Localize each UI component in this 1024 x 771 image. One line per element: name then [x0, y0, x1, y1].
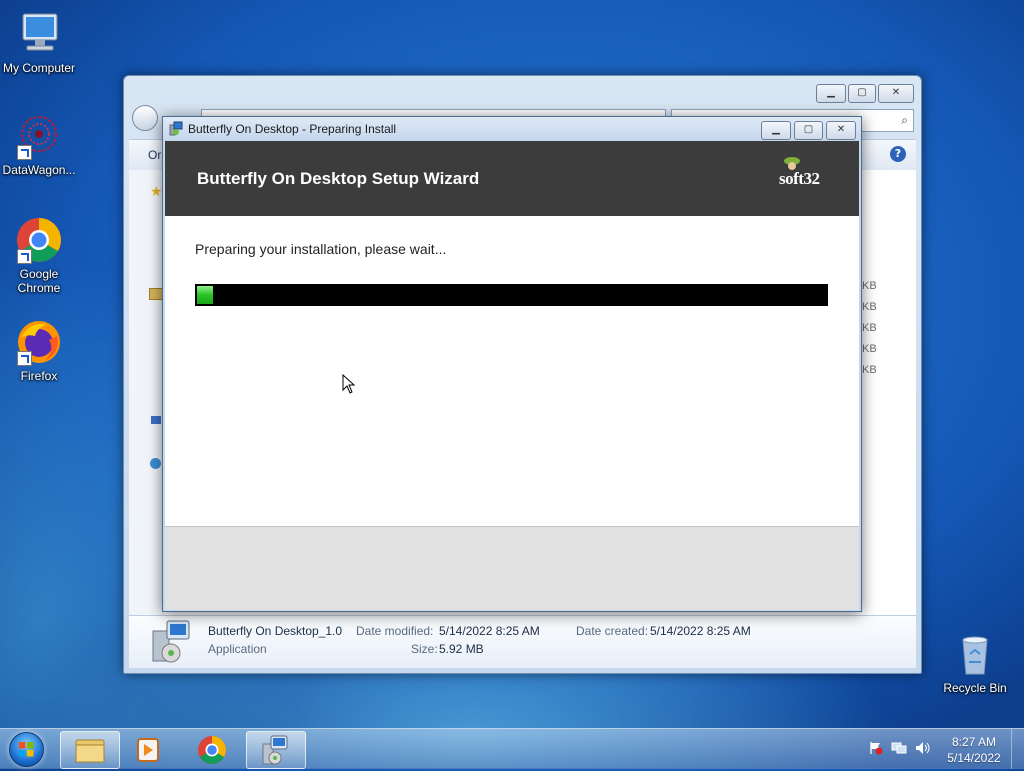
taskbar: 8:27 AM 5/14/2022 [0, 728, 1024, 769]
datawagon-icon [15, 112, 63, 160]
wizard-minimize-button[interactable]: ▁ [761, 121, 791, 140]
wizard-header-banner: Butterfly On Desktop Setup Wizard soft32 [165, 141, 859, 216]
network-tray-icon[interactable] [891, 741, 907, 755]
wizard-heading: Butterfly On Desktop Setup Wizard [197, 169, 480, 188]
progress-fill [197, 286, 213, 304]
start-button[interactable] [4, 731, 48, 767]
windows-logo-icon [9, 732, 44, 767]
mouse-cursor-icon [342, 374, 356, 394]
desktop-icon-datawagon[interactable]: DataWagon... [0, 112, 78, 177]
libraries-icon [149, 288, 163, 300]
desktop-icon-firefox[interactable]: Firefox [0, 318, 78, 383]
desktop-icon-recycle-bin[interactable]: Recycle Bin [936, 630, 1014, 695]
taskbar-clock-date[interactable]: 5/14/2022 [935, 751, 1013, 765]
desktop-icon-google-chrome[interactable]: Google Chrome [0, 216, 78, 295]
details-date-created-label: Date created: [576, 624, 649, 638]
desktop-icon-label: Firefox [20, 369, 58, 383]
installer-icon [262, 735, 288, 765]
details-file-type: Application [208, 642, 267, 656]
installer-file-icon [149, 619, 193, 665]
desktop-icon-label: My Computer [2, 61, 76, 75]
explorer-minimize-button[interactable]: ▁ [816, 84, 846, 103]
shortcut-arrow-icon [17, 145, 32, 160]
help-icon[interactable]: ? [890, 146, 906, 162]
computer-icon [15, 10, 63, 58]
details-file-name: Butterfly On Desktop_1.0 [208, 624, 343, 638]
windows-explorer-icon [75, 739, 105, 763]
wizard-maximize-button[interactable]: ▢ [794, 121, 823, 140]
search-icon: ⌕ [901, 113, 908, 127]
setup-wizard-window[interactable]: Butterfly On Desktop - Preparing Install… [162, 116, 862, 612]
wizard-close-button[interactable]: ✕ [826, 121, 856, 140]
system-tray: 8:27 AM 5/14/2022 [865, 729, 1024, 769]
desktop-icon-label: DataWagon... [2, 163, 76, 177]
file-size-cell: KB [862, 322, 877, 334]
install-status-text: Preparing your installation, please wait… [195, 241, 447, 257]
install-progress-bar [195, 284, 828, 306]
soft32-logo-text: soft32 [779, 169, 820, 188]
organize-menu[interactable]: Or [148, 148, 161, 162]
details-date-modified-label: Date modified: [356, 624, 434, 638]
details-size-label: Size: [411, 642, 438, 656]
explorer-close-button[interactable]: ✕ [878, 84, 914, 103]
chrome-icon [15, 216, 63, 264]
explorer-maximize-button[interactable]: ▢ [848, 84, 876, 103]
network-icon [150, 458, 161, 469]
desktop-icon-label: Google Chrome [17, 267, 61, 295]
file-size-cell: KB [862, 301, 877, 313]
media-player-icon [137, 738, 159, 762]
file-size-cell: KB [862, 280, 877, 292]
taskbar-google-chrome[interactable] [183, 731, 241, 767]
computer-nav-icon [151, 416, 161, 424]
wizard-titlebar[interactable]: Butterfly On Desktop - Preparing Install… [163, 117, 861, 141]
details-pane: Butterfly On Desktop_1.0 Application Dat… [129, 615, 916, 668]
recycle-bin-icon [951, 630, 999, 678]
shortcut-arrow-icon [17, 351, 32, 366]
desktop-icon-label: Recycle Bin [943, 681, 1007, 695]
volume-tray-icon[interactable] [915, 741, 931, 755]
taskbar-media-player[interactable] [120, 731, 178, 767]
desktop-icon-my-computer[interactable]: My Computer [0, 10, 78, 75]
firefox-icon [15, 318, 63, 366]
soft32-logo: soft32 [779, 155, 829, 195]
details-size-value: 5.92 MB [439, 642, 484, 656]
details-date-created-value: 5/14/2022 8:25 AM [650, 624, 751, 638]
file-size-cell: KB [862, 364, 877, 376]
file-size-cell: KB [862, 343, 877, 355]
chrome-icon [198, 736, 226, 764]
wizard-window-title: Butterfly On Desktop - Preparing Install [188, 122, 397, 136]
show-desktop-button[interactable] [1011, 729, 1024, 769]
favorites-star-icon: ★ [150, 184, 163, 200]
action-center-flag-icon[interactable] [869, 741, 883, 755]
taskbar-installer[interactable] [246, 731, 306, 769]
navigation-pane: ★ [129, 170, 164, 615]
taskbar-clock-time[interactable]: 8:27 AM [935, 735, 1013, 749]
shortcut-arrow-icon [17, 249, 32, 264]
details-date-modified-value: 5/14/2022 8:25 AM [439, 624, 540, 638]
wizard-content-area: Preparing your installation, please wait… [165, 216, 859, 526]
taskbar-windows-explorer[interactable] [60, 731, 120, 769]
wizard-footer [165, 526, 859, 610]
back-arrow-icon [132, 105, 158, 131]
installer-app-icon [169, 121, 183, 136]
